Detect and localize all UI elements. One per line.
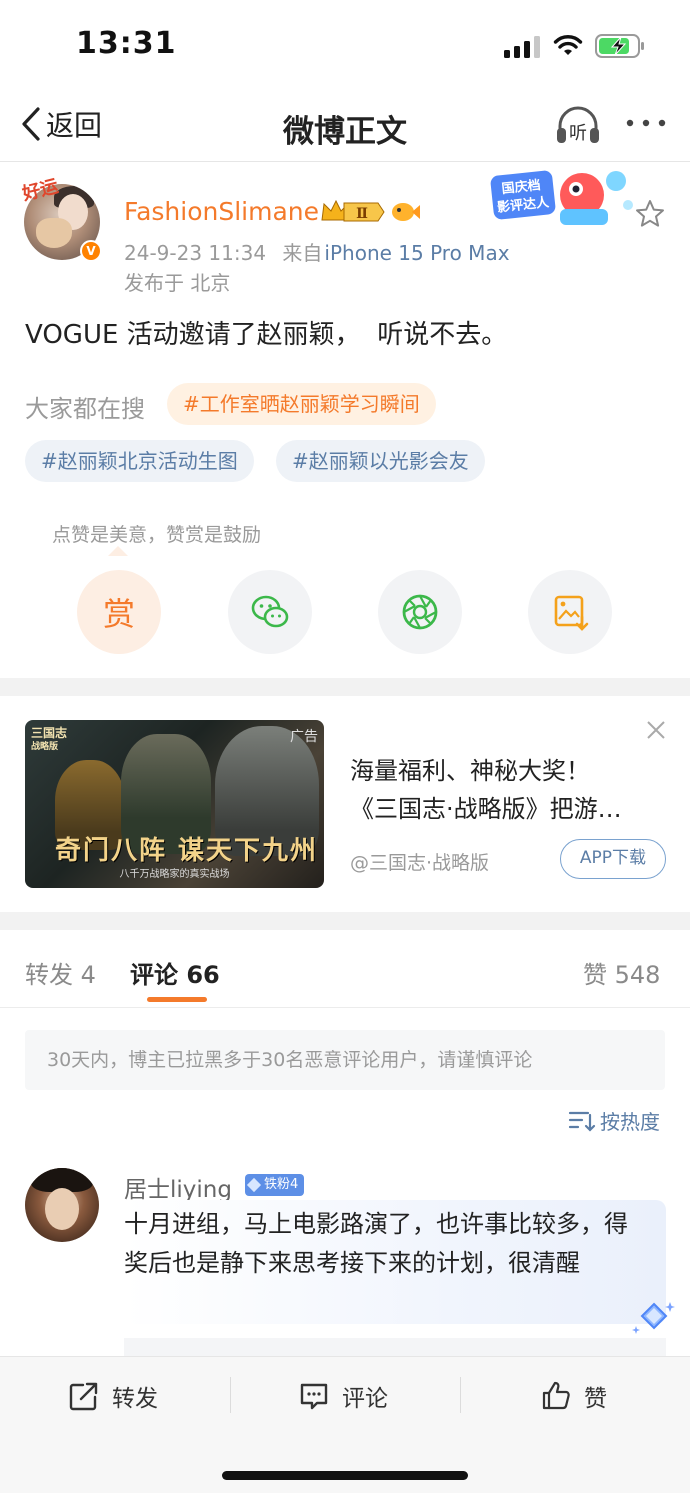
active-tab-indicator	[147, 997, 207, 1002]
trending-search-label: 大家都在搜	[25, 395, 145, 423]
tip-caret	[108, 546, 128, 556]
repost-button[interactable]: 转发	[68, 1379, 158, 1413]
cellular-signal-icon	[504, 36, 540, 58]
author-avatar[interactable]: 好运 V	[20, 176, 102, 262]
diamond-icon	[246, 1177, 262, 1193]
comment-button[interactable]: 评论	[298, 1379, 388, 1413]
tab-likes[interactable]: 赞 548	[583, 955, 660, 990]
headphones-listen-icon[interactable]: 听	[555, 104, 601, 146]
navigation-bar: 返回 微博正文 听	[0, 90, 690, 162]
sparkle-diamond-icon	[632, 1302, 675, 1334]
verified-icon: V	[80, 240, 102, 262]
home-indicator	[222, 1471, 468, 1480]
comment-icon	[300, 1383, 328, 1410]
app-download-button[interactable]: APP下载	[560, 839, 666, 879]
commenter-avatar[interactable]	[25, 1168, 99, 1242]
trending-tag-3[interactable]: #赵丽颖以光影会友	[276, 440, 485, 482]
reward-label: 赏	[102, 595, 135, 633]
ad-subtitle: 八千万战略家的真实战场	[119, 869, 230, 880]
source-prefix: 来自	[282, 241, 323, 265]
tab-reposts[interactable]: 转发 4	[25, 955, 96, 990]
vip-crown-icon: Ⅱ	[321, 199, 385, 222]
event-reviewer-badge-icon: 国庆档 影评达人	[490, 170, 633, 225]
repost-label: 转发	[112, 1386, 158, 1412]
ad-label: 广告	[290, 729, 318, 745]
status-bar: 13:31	[0, 0, 690, 90]
ad-slogan: 奇门八阵 谋天下九州	[55, 836, 319, 866]
moments-aperture-icon	[402, 594, 438, 630]
save-image-button[interactable]	[528, 570, 612, 654]
comment-text: 十月进组，马上电影路演了，也许事比较多，得奖后也是静下来思考接下来的计划，很清醒	[124, 1210, 628, 1277]
share-wechat-button[interactable]	[228, 570, 312, 654]
close-ad-icon[interactable]	[644, 718, 668, 742]
fan-level-badge: 铁粉4	[245, 1174, 305, 1196]
like-label: 赞	[584, 1386, 607, 1412]
battery-charging-icon	[595, 34, 644, 58]
comment-notice: 30天内，博主已拉黑多于30名恶意评论用户，请谨慎评论	[25, 1030, 665, 1090]
commenter-name[interactable]: 居士liying	[124, 1170, 232, 1204]
reward-button[interactable]: 赏	[77, 570, 161, 654]
post-text: VOGUE 活动邀请了赵丽颖， 听说不去。	[25, 320, 508, 350]
bottom-action-bar: 转发 评论 赞	[0, 1356, 690, 1493]
status-time: 13:31	[76, 26, 177, 61]
post-date: 24-9-23 11:34	[124, 241, 267, 265]
wifi-icon	[553, 35, 583, 55]
thumbs-up-icon	[542, 1381, 570, 1410]
vip-level: Ⅱ	[356, 206, 368, 222]
listen-label: 听	[569, 123, 587, 144]
tab-comments[interactable]: 评论 66	[130, 955, 220, 990]
share-moments-button[interactable]	[378, 570, 462, 654]
ad-banner-image[interactable]: 三国志 战略版 广告 奇门八阵 谋天下九州 八千万战略家的真实战场	[25, 720, 324, 888]
ad-game-logo: 三国志 战略版	[31, 726, 68, 752]
sort-icon	[568, 1111, 596, 1132]
author-name[interactable]: FashionSlimane	[124, 197, 319, 226]
post-source[interactable]: iPhone 15 Pro Max	[324, 241, 509, 265]
favorite-star-icon[interactable]	[634, 198, 666, 230]
sort-label: 按热度	[600, 1110, 660, 1134]
section-divider	[0, 678, 690, 696]
post-location: 发布于 北京	[124, 271, 231, 295]
like-button[interactable]: 赞	[540, 1379, 607, 1413]
trending-tag-2[interactable]: #赵丽颖北京活动生图	[25, 440, 254, 482]
sub-replies-box	[124, 1338, 666, 1358]
ad-title[interactable]: 海量福利、神秘大奖！ 《三国志·战略版》把游…	[350, 752, 660, 828]
sort-by-hot-button[interactable]: 按热度	[568, 1106, 660, 1135]
ad-account[interactable]: @三国志·战略版	[350, 848, 489, 875]
repost-icon	[69, 1382, 98, 1411]
fish-badge-icon	[392, 203, 420, 221]
save-image-icon	[554, 595, 589, 631]
trending-tag-1[interactable]: #工作室晒赵丽颖学习瞬间	[167, 383, 436, 425]
reward-tip: 点赞是美意，赞赏是鼓励	[52, 524, 262, 546]
comment-label: 评论	[342, 1386, 388, 1412]
post-meta: 24-9-23 11:34 来自 iPhone 15 Pro Max	[124, 237, 510, 266]
more-options-icon[interactable]	[624, 108, 668, 138]
wechat-icon	[251, 595, 289, 628]
section-divider	[0, 912, 690, 930]
